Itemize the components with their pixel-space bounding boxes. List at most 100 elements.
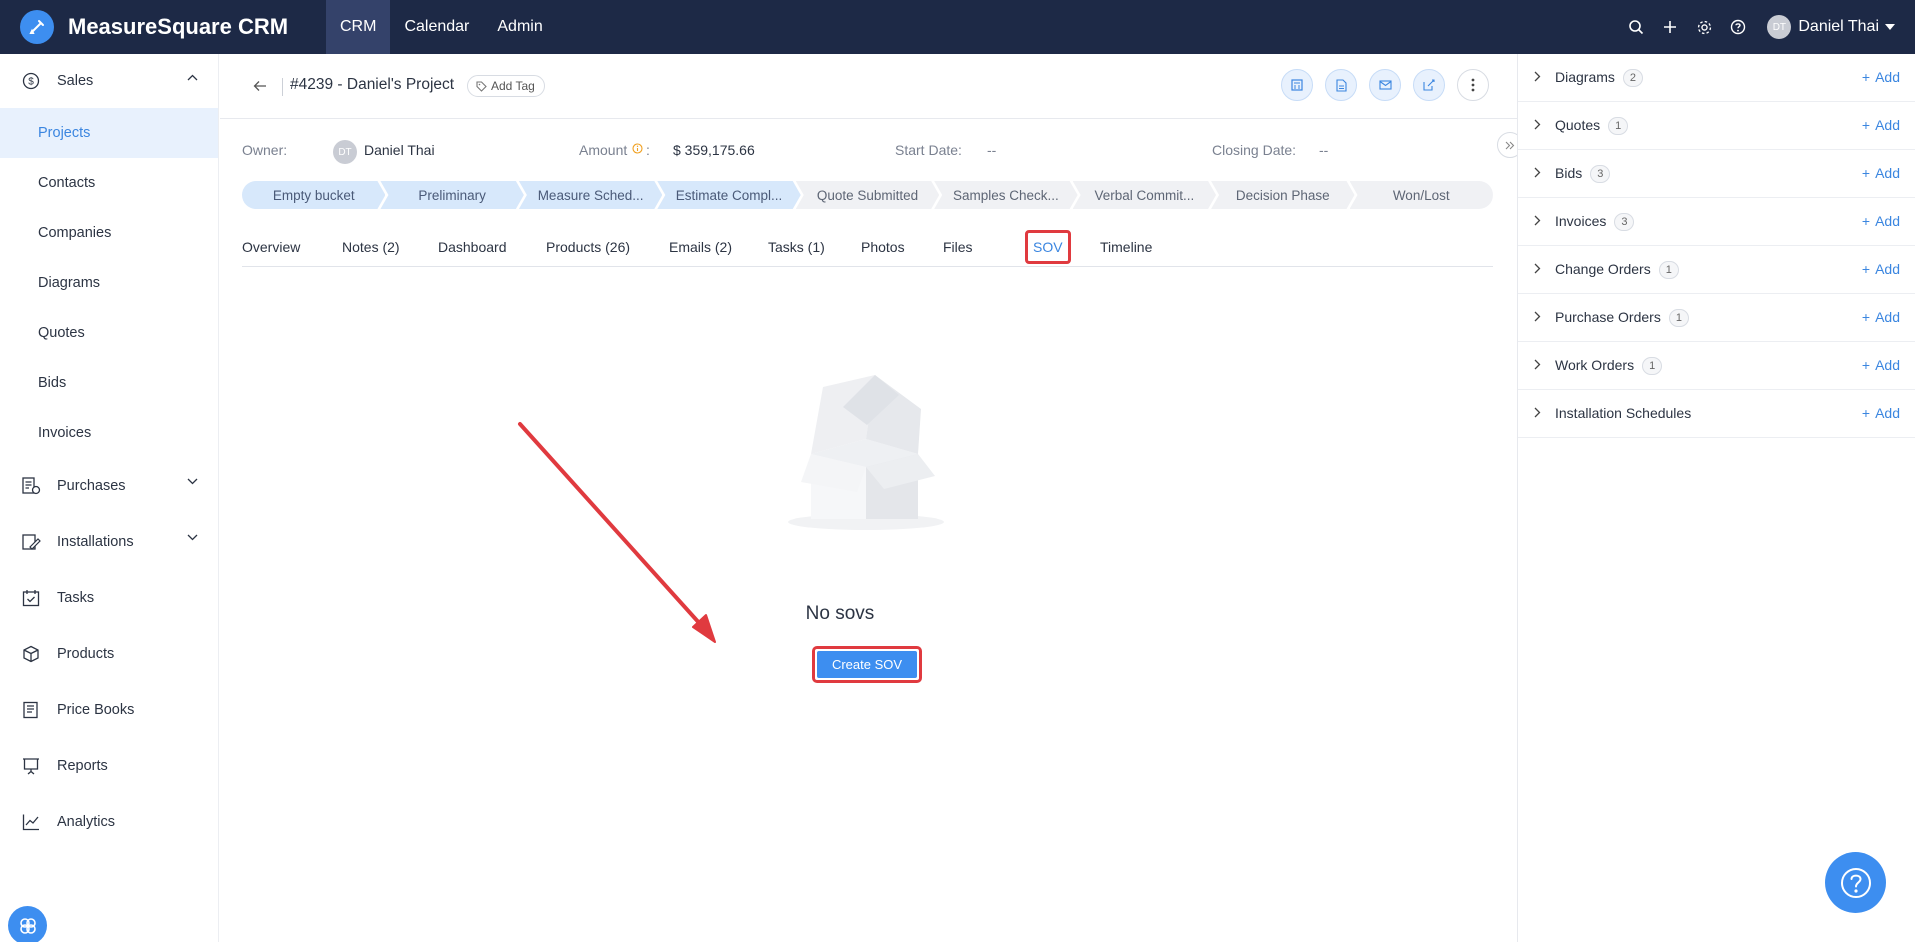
add-change-order-button[interactable]: + Add xyxy=(1862,261,1900,277)
sidebar-item-analytics[interactable]: Analytics xyxy=(0,794,218,850)
chevron-right-icon xyxy=(1534,167,1541,178)
add-invoice-button[interactable]: + Add xyxy=(1862,213,1900,229)
floating-help-button[interactable] xyxy=(1825,852,1886,913)
user-menu[interactable]: DT Daniel Thai xyxy=(1767,15,1895,39)
stage-decision-phase[interactable]: Decision Phase xyxy=(1211,181,1354,209)
related-row-bids[interactable]: Bids 3 + Add xyxy=(1518,150,1915,198)
tab-dashboard[interactable]: Dashboard xyxy=(438,239,507,255)
tab-overview[interactable]: Overview xyxy=(242,239,300,255)
add-diagram-button[interactable]: + Add xyxy=(1862,69,1900,85)
document-icon xyxy=(1335,78,1347,92)
create-sov-button[interactable]: Create SOV xyxy=(817,651,917,678)
sidebar-group-installations[interactable]: Installations xyxy=(0,514,218,570)
related-label: Invoices xyxy=(1555,213,1607,229)
sidebar-group-purchases[interactable]: Purchases xyxy=(0,458,218,514)
sidebar-item-products[interactable]: Products xyxy=(0,626,218,682)
related-row-invoices[interactable]: Invoices 3 + Add xyxy=(1518,198,1915,246)
topnav-calendar[interactable]: Calendar xyxy=(390,0,483,54)
brand[interactable]: MeasureSquare CRM xyxy=(0,10,326,44)
back-arrow-icon[interactable] xyxy=(250,76,270,96)
stage-measure-scheduled[interactable]: Measure Sched... xyxy=(519,181,662,209)
count-badge: 1 xyxy=(1668,309,1689,327)
sidebar-label-tasks: Tasks xyxy=(57,590,95,606)
email-button[interactable] xyxy=(1369,69,1401,101)
assistant-button[interactable] xyxy=(8,906,47,942)
search-icon[interactable] xyxy=(1619,10,1653,44)
tab-products[interactable]: Products (26) xyxy=(546,239,630,255)
amount-label: Amount xyxy=(579,142,628,158)
chevron-right-icon xyxy=(1534,359,1541,370)
double-chevron-right-icon xyxy=(1505,141,1515,149)
sidebar-group-sales[interactable]: $ Sales xyxy=(0,54,218,108)
question-icon xyxy=(1840,867,1871,898)
stage-estimate-completed[interactable]: Estimate Compl... xyxy=(657,181,800,209)
stage-quote-submitted[interactable]: Quote Submitted xyxy=(796,181,939,209)
tab-timeline[interactable]: Timeline xyxy=(1100,239,1152,255)
info-icon[interactable] xyxy=(632,141,643,157)
plus-icon: + xyxy=(1861,405,1871,421)
topnav-crm[interactable]: CRM xyxy=(326,0,391,54)
gear-icon[interactable] xyxy=(1687,10,1721,44)
related-row-diagrams[interactable]: Diagrams 2 + Add xyxy=(1518,54,1915,102)
related-row-purchase-orders[interactable]: Purchase Orders 1 + Add xyxy=(1518,294,1915,342)
add-label: Add xyxy=(1875,309,1900,325)
edit-button[interactable] xyxy=(1413,69,1445,101)
stage-empty-bucket[interactable]: Empty bucket xyxy=(242,181,385,209)
add-bid-button[interactable]: + Add xyxy=(1862,165,1900,181)
sidebar-item-tasks[interactable]: Tasks xyxy=(0,570,218,626)
related-row-installation-schedules[interactable]: Installation Schedules + Add xyxy=(1518,390,1915,438)
sidebar-item-bids[interactable]: Bids xyxy=(0,358,218,408)
stage-verbal-commitment[interactable]: Verbal Commit... xyxy=(1073,181,1216,209)
tab-notes[interactable]: Notes (2) xyxy=(342,239,400,255)
sidebar-item-invoices[interactable]: Invoices xyxy=(0,408,218,458)
plus-icon: + xyxy=(1861,309,1871,325)
brand-logo-icon xyxy=(20,10,54,44)
add-tag-button[interactable]: Add Tag xyxy=(467,75,545,97)
chevron-right-icon xyxy=(1534,311,1541,322)
count-badge: 1 xyxy=(1642,357,1663,375)
stage-won-lost[interactable]: Won/Lost xyxy=(1349,181,1493,209)
presentation-icon xyxy=(20,755,42,777)
chevron-right-icon xyxy=(1534,119,1541,130)
add-label: Add xyxy=(1875,165,1900,181)
help-icon[interactable] xyxy=(1721,10,1755,44)
related-row-quotes[interactable]: Quotes 1 + Add xyxy=(1518,102,1915,150)
count-badge: 3 xyxy=(1590,165,1611,183)
topnav-admin[interactable]: Admin xyxy=(483,0,556,54)
owner-name[interactable]: Daniel Thai xyxy=(364,142,435,158)
sidebar-item-reports[interactable]: Reports xyxy=(0,738,218,794)
main-content: #4239 - Daniel's Project Add Tag Owner: xyxy=(220,54,1523,942)
chevron-right-icon xyxy=(1534,407,1541,418)
add-purchase-order-button[interactable]: + Add xyxy=(1862,309,1900,325)
sidebar-item-contacts[interactable]: Contacts xyxy=(0,158,218,208)
sidebar-item-price-books[interactable]: Price Books xyxy=(0,682,218,738)
create-sov-button-highlight: Create SOV xyxy=(812,646,922,683)
add-label: Add xyxy=(1875,69,1900,85)
start-date-label: Start Date: xyxy=(895,142,962,158)
add-work-order-button[interactable]: + Add xyxy=(1862,357,1900,373)
tab-emails[interactable]: Emails (2) xyxy=(669,239,732,255)
user-name: Daniel Thai xyxy=(1798,18,1879,35)
add-quote-button[interactable]: + Add xyxy=(1862,117,1900,133)
sidebar-item-diagrams[interactable]: Diagrams xyxy=(0,258,218,308)
add-installation-schedule-button[interactable]: + Add xyxy=(1862,405,1900,421)
plus-icon: + xyxy=(1861,117,1871,133)
sidebar-item-companies[interactable]: Companies xyxy=(0,208,218,258)
sidebar-item-projects[interactable]: Projects xyxy=(0,108,218,158)
related-row-work-orders[interactable]: Work Orders 1 + Add xyxy=(1518,342,1915,390)
stage-samples-checked[interactable]: Samples Check... xyxy=(934,181,1077,209)
document-button[interactable] xyxy=(1325,69,1357,101)
related-row-change-orders[interactable]: Change Orders 1 + Add xyxy=(1518,246,1915,294)
stage-preliminary[interactable]: Preliminary xyxy=(380,181,523,209)
sidebar-item-quotes[interactable]: Quotes xyxy=(0,308,218,358)
tab-files[interactable]: Files xyxy=(943,239,973,255)
page-title: #4239 - Daniel's Project xyxy=(290,76,455,93)
project-calc-button[interactable] xyxy=(1281,69,1313,101)
header-actions xyxy=(1269,69,1489,101)
chevron-down-icon xyxy=(187,478,198,485)
tab-photos[interactable]: Photos xyxy=(861,239,905,255)
more-button[interactable] xyxy=(1457,69,1489,101)
tab-tasks[interactable]: Tasks (1) xyxy=(768,239,825,255)
plus-icon[interactable] xyxy=(1653,10,1687,44)
tab-sov[interactable]: SOV xyxy=(1033,239,1063,255)
